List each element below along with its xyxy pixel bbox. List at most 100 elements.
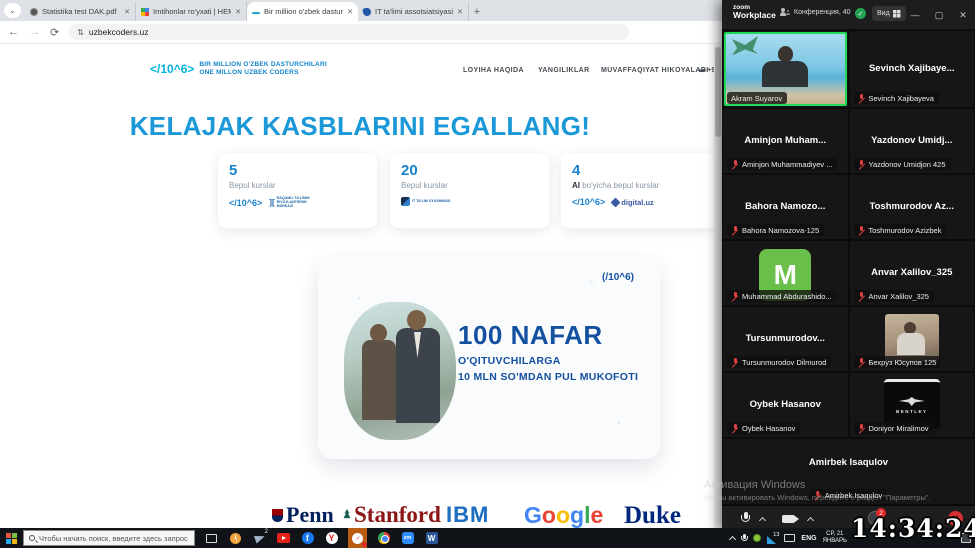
google-logo: Google	[524, 502, 603, 528]
yandex-icon: Y	[326, 532, 338, 544]
tray-app-icon[interactable]: 13	[767, 533, 778, 544]
participant-tile-bexruz[interactable]: Бехруз Юсупов 125	[849, 306, 975, 372]
tray-date[interactable]: СР, 21 ЯНВАРЬ	[823, 531, 847, 545]
tray-expand-chevron[interactable]	[729, 535, 736, 542]
rttm-logo: ][ RAQAMLI TA'LIMNI RIVOJLANTIRISH MARKA…	[269, 197, 318, 209]
participant-tile-oybek[interactable]: Oybek Hasanov Oybek Hasanov	[722, 372, 849, 438]
gear-icon	[611, 197, 621, 207]
mic-muted-icon	[858, 358, 866, 367]
new-tab-button[interactable]: +	[469, 4, 485, 20]
participant-label: Sevinch Xajibayeva	[854, 92, 939, 104]
participant-tile-amirbek[interactable]: Amirbek Isaqulov Amirbek Isaqulov	[722, 438, 975, 505]
site-header: </10^6> BIR MILLION O'ZBEK DASTURCHILARI…	[0, 55, 714, 95]
close-tab-icon[interactable]: ✕	[124, 8, 130, 16]
participant-tile-sevinch[interactable]: Sevinch Xajibaye... Sevinch Xajibayeva	[849, 30, 975, 108]
card-label: Bepul kurslar	[229, 181, 366, 190]
card-number: 5	[229, 162, 366, 179]
participant-tile-bahora[interactable]: Bahora Namozo... Bahora Namozova-125	[722, 174, 849, 240]
desktop: ⌄ Statistika test DAK.pdf ✕ Imtihonlar r…	[0, 0, 975, 548]
video-options-chevron[interactable]	[807, 517, 814, 524]
participant-tile-doniyor[interactable]: BENTLEY Doniyor Miralimov	[849, 372, 975, 438]
meeting-info-button[interactable]: Конференция, 40	[780, 8, 851, 16]
encryption-shield-icon[interactable]: ✓	[855, 8, 866, 19]
tab-strip: ⌄ Statistika test DAK.pdf ✕ Imtihonlar r…	[0, 0, 722, 21]
hemis-icon	[141, 8, 149, 16]
nav-loyiha-haqida[interactable]: LOYIHA HAQIDA	[463, 67, 524, 74]
grid-view-icon	[893, 10, 901, 18]
maximize-button[interactable]: ▢	[927, 0, 951, 30]
start-button[interactable]	[0, 528, 22, 548]
tab-search-button[interactable]: ⌄	[4, 3, 21, 18]
telegram-app[interactable]: 2	[252, 531, 267, 546]
participant-tile-anvar[interactable]: Anvar Xalilov_325 Anvar Xalilov_325	[849, 240, 975, 306]
language-indicator[interactable]: ENG	[801, 535, 816, 542]
tab-pdf[interactable]: Statistika test DAK.pdf ✕	[25, 2, 136, 21]
tray-green-status-icon[interactable]	[753, 534, 761, 542]
chrome-icon	[378, 532, 390, 544]
profile-photo	[885, 314, 939, 362]
it-uyushmasi-logo: IT TA'LIM UYUSHMASI	[401, 197, 454, 206]
hero-title: KELAJAK KASBLARINI EGALLANG!	[110, 111, 610, 142]
mic-options-chevron[interactable]	[759, 517, 766, 524]
uzbekcoders-logo: </10^6>	[229, 198, 262, 208]
participant-tile-toshmurodov[interactable]: Toshmurodov Az... Toshmurodov Azizbek	[849, 174, 975, 240]
zoom-app[interactable]: zm	[400, 531, 415, 546]
tab-title: Imtihonlar ro'yxati | HEMIS Stu...	[153, 7, 231, 16]
tab-hemis[interactable]: Imtihonlar ro'yxati | HEMIS Stu... ✕	[136, 2, 247, 21]
nav-yangiliklar[interactable]: YANGILIKLAR	[538, 67, 590, 74]
it-association-icon	[362, 7, 371, 16]
mic-muted-icon	[731, 292, 739, 301]
yandex-app[interactable]: Y	[324, 531, 339, 546]
unread-badge: 2	[265, 529, 268, 535]
participant-tile-muhammad[interactable]: M Muhammad Abdurashido...	[722, 240, 849, 306]
close-button[interactable]: ✕	[951, 0, 975, 30]
back-button[interactable]: ←	[8, 26, 19, 38]
close-tab-icon[interactable]: ✕	[347, 8, 353, 16]
zoom-icon: zm	[402, 532, 414, 544]
phone-link[interactable]: +998	[699, 65, 714, 74]
search-icon	[29, 535, 35, 541]
participant-tile-aminjon[interactable]: Aminjon Muham... Aminjon Muhammadiyev ..…	[722, 108, 849, 174]
nav-muvaffaqiyat[interactable]: MUVAFFAQIYAT HIKOYALARI	[601, 67, 709, 74]
taskbar-search[interactable]: Чтобы начать поиск, введите здесь запрос	[23, 530, 195, 546]
participants-grid: Akram Suyarov Sevinch Xajibaye... Sevinc…	[722, 30, 975, 505]
participant-tile-akram[interactable]: Akram Suyarov	[722, 30, 849, 108]
mic-muted-icon	[731, 358, 739, 367]
tab-it-association[interactable]: IT ta'limi assotsiatsiyasi | O'zb... ✕	[358, 2, 469, 21]
tray-mic-icon[interactable]	[741, 534, 747, 543]
scrollbar-thumb[interactable]	[715, 47, 721, 137]
youtube-icon	[277, 533, 290, 543]
alarms-app[interactable]	[228, 531, 243, 546]
mic-muted-icon	[858, 94, 866, 103]
word-icon: W	[426, 532, 438, 544]
tray-display-icon[interactable]	[784, 534, 795, 542]
video-button[interactable]	[782, 515, 795, 523]
ibm-logo: IBM	[446, 502, 489, 528]
active-app-highlighted[interactable]	[348, 528, 367, 548]
site-logo[interactable]: </10^6> BIR MILLION O'ZBEK DASTURCHILARI…	[150, 61, 327, 77]
view-button[interactable]: Вид	[872, 6, 906, 21]
uzbekcoders-logo: </10^6>	[572, 197, 605, 207]
reload-button[interactable]: ⟳	[50, 26, 59, 39]
mute-button[interactable]	[740, 512, 751, 526]
close-tab-icon[interactable]: ✕	[457, 8, 463, 16]
url-bar[interactable]: ⇅ uzbekcoders.uz	[69, 24, 629, 40]
person-silhouette	[770, 46, 800, 72]
zoom-titlebar: zoom Workplace Конференция, 40 ✓ Вид — ▢…	[722, 0, 975, 30]
tab-uzbekcoders-active[interactable]: Bir million o'zbek dasturchilari ✕	[247, 2, 358, 21]
forward-button[interactable]: →	[29, 26, 40, 38]
browser-scrollbar[interactable]	[714, 45, 722, 528]
participant-tile-yazdonov[interactable]: Yazdonov Umidj... Yazdonov Umidjon 425	[849, 108, 975, 174]
youtube-app[interactable]	[276, 531, 291, 546]
mic-muted-icon	[858, 160, 866, 169]
facebook-app[interactable]: f	[300, 531, 315, 546]
word-app[interactable]: W	[424, 531, 439, 546]
participant-tile-tursunmurodov[interactable]: Tursunmurodov... Tursunmurodov Dilmurod	[722, 306, 849, 372]
close-tab-icon[interactable]: ✕	[235, 8, 241, 16]
phone-icon	[698, 65, 706, 73]
taskbar: Чтобы начать поиск, введите здесь запрос…	[0, 528, 975, 548]
chrome-app[interactable]	[376, 531, 391, 546]
minimize-button[interactable]: —	[903, 0, 927, 30]
tab-title: Bir million o'zbek dasturchilari	[264, 7, 343, 16]
task-view-button[interactable]	[204, 531, 219, 546]
